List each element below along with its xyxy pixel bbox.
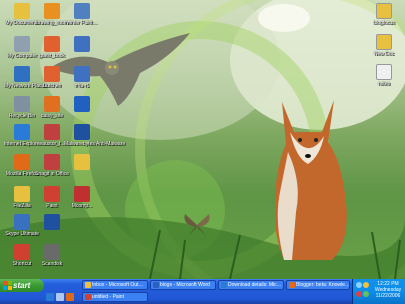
taskbar-button[interactable]: Download details: Mic… <box>218 280 284 290</box>
recycle-bin-icon <box>14 96 30 112</box>
desktop-icon[interactable]: Scandisk <box>34 244 70 267</box>
desktop-icon-label: Scandisk <box>41 261 63 267</box>
paint-file-icon <box>74 3 90 19</box>
system-tray: 12:22 PM Wednesday 11/22/2006 <box>352 279 405 304</box>
desktop-icon-label: Snagit in Office <box>35 171 69 177</box>
volume-tray-icon[interactable] <box>363 282 369 288</box>
taskbar-button[interactable]: blogs - Microsoft Word <box>150 280 216 290</box>
desktop-icon-label: nYa-r1 <box>74 83 90 89</box>
desktop-icon-label: guest_book <box>39 53 65 59</box>
clock-date: 11/22/2006 <box>375 293 401 299</box>
quicklaunch-desktop-icon[interactable] <box>56 293 64 301</box>
desktop-icon[interactable] <box>64 96 100 113</box>
folder-icon <box>376 34 392 50</box>
desktop-icon-label: notes <box>377 81 391 87</box>
paint-file-icon <box>44 36 60 52</box>
start-button[interactable]: start <box>0 279 44 292</box>
app-icon <box>44 154 60 170</box>
paint-icon <box>85 294 91 300</box>
taskbar-button-label: blogs - Microsoft Word <box>160 282 210 288</box>
desktop-icon[interactable]: blogfocus <box>366 3 402 26</box>
firefox-icon <box>289 282 295 288</box>
paint-file-icon <box>44 3 60 19</box>
desktop-icon[interactable]: notes <box>366 64 402 87</box>
ie-icon <box>221 282 227 288</box>
desktop: My Documents drawing_room winter Paint… My … <box>0 0 405 279</box>
text-file-icon <box>376 64 392 80</box>
desktop-icon[interactable]: Malwarebytes Anti-Malware <box>64 124 126 147</box>
desktop-icon-label: Malwarebytes Anti-Malware <box>64 141 126 147</box>
app-icon <box>74 186 90 202</box>
taskbar-button-label: untitled - Paint <box>92 294 124 300</box>
taskbar-button-label: Inbox - Microsoft Out… <box>92 282 144 288</box>
internet-explorer-icon <box>14 124 30 140</box>
app-icon <box>44 214 60 230</box>
app-icon <box>74 124 90 140</box>
paint-file-icon <box>44 66 60 82</box>
paint-file-icon <box>44 96 60 112</box>
app-icon <box>14 244 30 260</box>
desktop-icon-label: blogfocus <box>373 20 395 26</box>
folder-icon <box>376 3 392 19</box>
taskbar-button[interactable]: untitled - Paint <box>82 292 148 302</box>
network-tray-icon[interactable] <box>356 282 362 288</box>
butterfly-image <box>184 214 210 236</box>
desktop-icon-label: daisy_site <box>40 113 64 119</box>
paint-file-icon <box>74 36 90 52</box>
desktop-icon-label: New Doc <box>373 51 395 57</box>
taskbar-button[interactable]: Inbox - Microsoft Out… <box>82 280 148 290</box>
fox-image <box>275 100 347 260</box>
desktop-icon[interactable]: New Doc <box>366 34 402 57</box>
paint-file-icon <box>44 124 60 140</box>
network-places-icon <box>14 66 30 82</box>
word-icon <box>153 282 159 288</box>
desktop-icon[interactable] <box>34 214 70 231</box>
folder-icon <box>74 154 90 170</box>
taskbar-button[interactable]: Blogger: beta: Knowle… <box>286 280 350 290</box>
quicklaunch-ie-icon[interactable] <box>46 293 54 301</box>
my-documents-icon <box>14 3 30 19</box>
taskbar-button-label: Download details: Mic… <box>228 282 282 288</box>
firefox-icon <box>14 154 30 170</box>
update-tray-icon[interactable] <box>363 291 369 297</box>
app-icon <box>74 96 90 112</box>
outlook-icon <box>85 282 91 288</box>
paint-file-icon <box>74 66 90 82</box>
clock[interactable]: 12:22 PM Wednesday 11/22/2006 <box>371 281 405 299</box>
security-tray-icon[interactable] <box>356 291 362 297</box>
desktop-icon[interactable]: Mcomp... <box>64 186 100 209</box>
desktop-icon[interactable] <box>64 154 100 171</box>
app-icon <box>14 214 30 230</box>
desktop-icon-label: Skype Ultimate <box>5 231 39 237</box>
paint-icon <box>44 186 60 202</box>
desktop-icon[interactable] <box>64 36 100 53</box>
my-computer-icon <box>14 36 30 52</box>
quicklaunch-firefox-icon[interactable] <box>66 293 74 301</box>
desktop-icon-label: Mcomp... <box>71 203 93 209</box>
taskbar: start Inbox - Microsoft Out… blogs - Micr… <box>0 279 405 304</box>
desktop-icon[interactable]: nYa-r1 <box>64 66 100 89</box>
windows-logo-icon <box>3 281 12 290</box>
desktop-icon-label: winter Paint… <box>66 20 98 26</box>
start-label: start <box>13 281 31 290</box>
folder-icon <box>14 186 30 202</box>
desktop-icon[interactable]: winter Paint… <box>64 3 100 26</box>
app-icon <box>44 244 60 260</box>
taskbar-button-label: Blogger: beta: Knowle… <box>296 282 350 288</box>
moon-shape <box>258 4 310 32</box>
